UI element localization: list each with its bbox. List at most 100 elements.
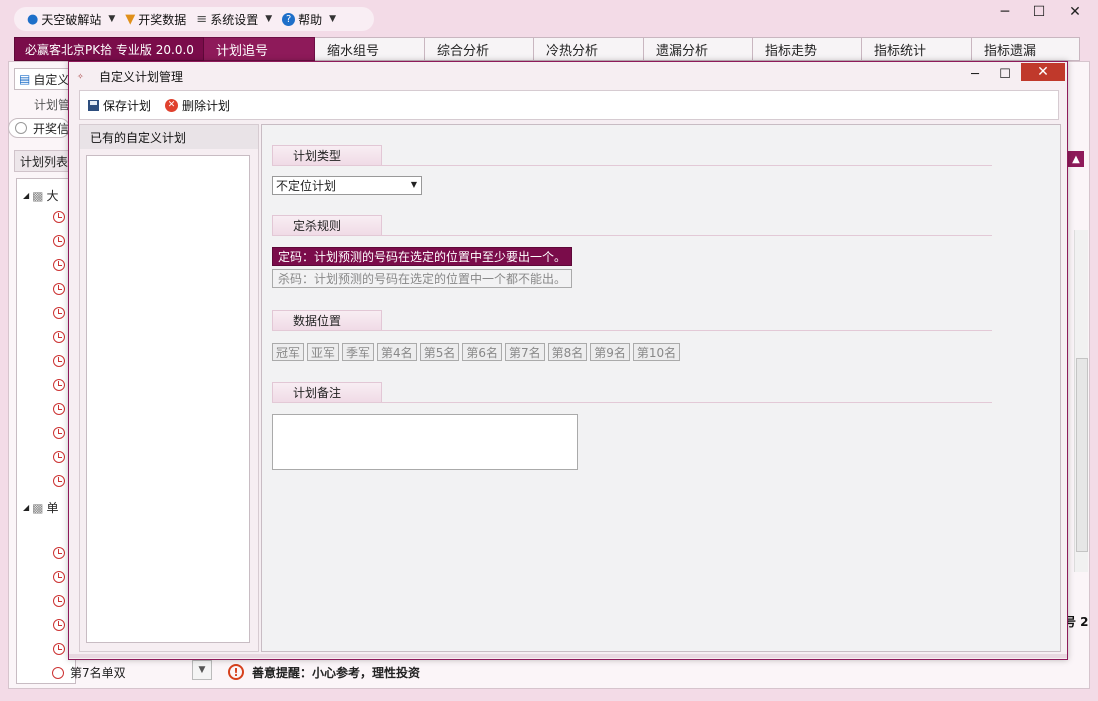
maximize-button[interactable]: ☐	[1024, 3, 1054, 21]
delete-plan-button[interactable]: ✕ 删除计划	[165, 97, 230, 114]
plan-tree[interactable]: ◢ ▩ 大 ◢ ▩ 单	[16, 178, 76, 684]
close-icon: ✕	[1069, 4, 1081, 20]
position-button-5[interactable]: 第5名	[419, 343, 460, 361]
clock-icon	[53, 427, 65, 439]
clock-icon	[53, 475, 65, 487]
tree-item-last[interactable]: 第7名单双	[52, 664, 126, 681]
chevron-down-icon: ▼	[265, 14, 273, 24]
sliders-icon: ≡	[196, 11, 208, 27]
position-buttons: 冠军 亚军 季军 第4名 第5名 第6名 第7名 第8名 第9名 第10名	[272, 343, 681, 361]
maximize-icon: ☐	[1032, 4, 1046, 20]
clock-icon	[53, 283, 65, 295]
plan-type-label: 计划类型	[272, 145, 382, 165]
folder-icon: ▩	[32, 500, 44, 515]
tab-indicator-missing[interactable]: 指标遗漏	[972, 37, 1080, 61]
tab-hot-cold[interactable]: 冷热分析	[534, 37, 644, 61]
tree-dropdown-button[interactable]: ▼	[192, 660, 212, 680]
chevron-down-icon: ▼	[410, 180, 417, 189]
clock-icon	[53, 451, 65, 463]
rule-option-shama[interactable]: 杀码：计划预测的号码在选定的位置中一个都不能出。	[272, 269, 573, 288]
position-section: 数据位置	[272, 310, 992, 331]
dialog-close-button[interactable]: ✕	[1021, 63, 1065, 81]
chevron-down-icon: ▼	[108, 14, 116, 24]
rule-section: 定杀规则	[272, 215, 992, 236]
clock-icon	[52, 666, 64, 679]
menu-settings[interactable]: ≡ 系统设置 ▼	[193, 11, 275, 28]
collapse-triangle-icon: ◢	[23, 191, 30, 200]
clock-icon	[53, 307, 65, 319]
delete-plan-label: 删除计划	[182, 98, 231, 113]
position-button-3[interactable]: 季军	[342, 343, 375, 361]
tree-group-1[interactable]: ◢ ▩ 大	[23, 187, 59, 204]
position-button-2[interactable]: 亚军	[307, 343, 340, 361]
save-plan-button[interactable]: 保存计划	[88, 97, 151, 114]
tree-group-2-label: 单	[46, 501, 59, 515]
note-section: 计划备注	[272, 382, 992, 403]
position-button-1[interactable]: 冠军	[272, 343, 305, 361]
position-button-7[interactable]: 第7名	[504, 343, 545, 361]
clock-icon	[53, 379, 65, 391]
dialog-title: 自定义计划管理	[99, 69, 184, 84]
chevron-down-icon: ▼	[329, 14, 337, 24]
scroll-thumb[interactable]	[1076, 358, 1088, 552]
dialog-bottom-border	[69, 654, 1067, 658]
position-button-9[interactable]: 第9名	[590, 343, 630, 361]
right-scrollbar[interactable]	[1074, 230, 1088, 572]
clock-icon	[53, 595, 65, 607]
menu-account-label: 天空破解站	[41, 12, 102, 27]
custom-plan-button[interactable]: ▤ 自定义	[14, 68, 74, 90]
clock-icon	[53, 259, 65, 271]
close-button[interactable]: ✕	[1060, 3, 1090, 21]
position-button-4[interactable]: 第4名	[377, 343, 417, 361]
position-button-8[interactable]: 第8名	[547, 343, 588, 361]
plan-type-value: 不定位计划	[276, 179, 337, 193]
dialog-toolbar: 保存计划 ✕ 删除计划	[79, 90, 1059, 120]
open-info-option[interactable]: 开奖信	[8, 118, 70, 138]
tab-plan-chase[interactable]: 计划追号	[204, 37, 315, 61]
folder-icon: ▩	[32, 188, 44, 203]
open-info-label: 开奖信	[33, 121, 70, 136]
reminder-bar: ! 善意提醒：小心参考，理性投资	[228, 660, 1090, 684]
clock-icon	[53, 403, 65, 415]
top-menu-bar: ● 天空破解站 ▼ ▼ 开奖数据 ≡ 系统设置 ▼ ? 帮助 ▼	[14, 7, 374, 31]
menu-account[interactable]: ● 天空破解站 ▼	[24, 11, 118, 28]
existing-plans-panel: 已有的自定义计划	[79, 124, 259, 652]
close-icon: ✕	[1037, 64, 1049, 80]
tab-indicator-stats[interactable]: 指标统计	[862, 37, 972, 61]
rule-option-dingma[interactable]: 定码：计划预测的号码在选定的位置中至少要出一个。	[272, 247, 573, 266]
brand-tab: 必赢客北京PK拾 专业版 20.0.0	[14, 37, 204, 61]
save-icon	[88, 99, 99, 111]
app-logo-icon: ✧	[77, 71, 84, 81]
position-button-6[interactable]: 第6名	[462, 343, 502, 361]
tab-comprehensive[interactable]: 综合分析	[425, 37, 534, 61]
save-plan-label: 保存计划	[103, 98, 152, 113]
position-button-10[interactable]: 第10名	[632, 343, 681, 361]
dialog-minimize-button[interactable]: ─	[965, 64, 985, 84]
menu-lottery-data[interactable]: ▼ 开奖数据	[122, 11, 189, 28]
collapse-triangle-icon: ◢	[23, 503, 30, 512]
plan-manage-label: 计划管	[34, 98, 71, 112]
plan-note-textarea[interactable]	[272, 414, 578, 470]
chart-icon: ▤	[19, 72, 31, 86]
custom-plan-dialog: ✧ 自定义计划管理 ─ ☐ ✕ 保存计划 ✕ 删除计划 已有的自定义计划 计划类…	[68, 61, 1068, 660]
tab-indicator-trend[interactable]: 指标走势	[753, 37, 862, 61]
existing-plans-list[interactable]	[86, 155, 250, 643]
minimize-button[interactable]: ─	[990, 3, 1020, 21]
rule-label: 定杀规则	[272, 215, 382, 235]
plan-type-section: 计划类型	[272, 145, 992, 166]
main-tab-bar: 必赢客北京PK拾 专业版 20.0.0 计划追号 缩水组号 综合分析 冷热分析 …	[14, 37, 1080, 61]
dialog-maximize-button[interactable]: ☐	[995, 64, 1015, 84]
tree-group-2[interactable]: ◢ ▩ 单	[23, 499, 59, 516]
tab-missing-analysis[interactable]: 遗漏分析	[644, 37, 753, 61]
clock-icon	[53, 355, 65, 367]
chevron-down-icon: ▼	[198, 665, 206, 675]
plan-list-header: 计划列表	[14, 150, 74, 172]
plan-type-select[interactable]: 不定位计划 ▼	[272, 176, 422, 195]
expand-icon[interactable]: ▲	[1068, 151, 1084, 167]
custom-plan-label: 自定义	[33, 72, 70, 87]
trophy-icon: ▼	[125, 11, 136, 27]
radio-icon	[15, 122, 27, 134]
menu-help[interactable]: ? 帮助 ▼	[279, 11, 339, 28]
dialog-title-bar[interactable]: ✧ 自定义计划管理	[69, 62, 1067, 90]
tab-shrink-group[interactable]: 缩水组号	[315, 37, 425, 61]
